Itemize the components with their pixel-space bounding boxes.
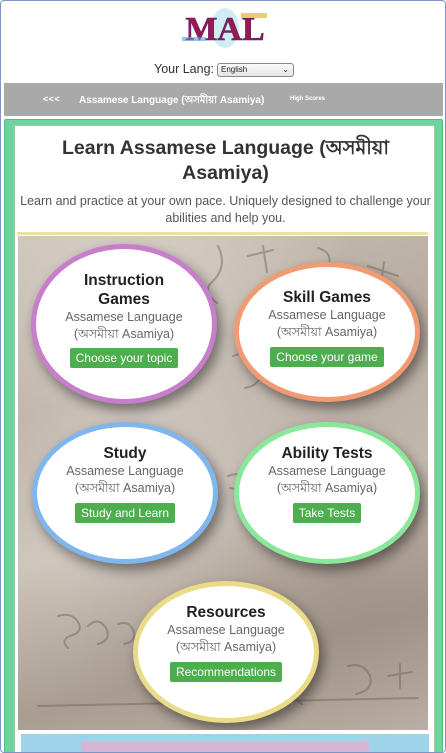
card-study[interactable]: Study Assamese Language (অসমীয়া Asamiya…: [32, 422, 218, 564]
card-instruction-games[interactable]: Instruction Games Assamese Language (অসম…: [31, 244, 217, 404]
chevron-down-icon: ⌄: [282, 65, 289, 74]
study-learn-button[interactable]: Study and Learn: [74, 503, 176, 523]
card-language-native: (অসমীয়া Asamiya): [276, 481, 378, 495]
card-title: Study: [103, 445, 147, 462]
card-title: Resources: [186, 604, 266, 621]
card-language: Assamese Language: [268, 464, 386, 478]
card-language-native: (অসমীয়া Asamiya): [74, 481, 176, 495]
language-select-value: English: [221, 65, 248, 74]
divider: [17, 232, 428, 235]
language-row: Your Lang: English ⌄: [1, 61, 445, 79]
card-language: Assamese Language: [65, 310, 183, 324]
card-language-native: (অসমীয়া Asamiya): [73, 327, 175, 341]
next-section-card: [81, 741, 369, 752]
card-title: Skill Games: [283, 289, 371, 306]
navbar: <<< Assamese Language (অসমীয়া Asamiya) …: [4, 83, 443, 116]
main-container: Learn Assamese Language (অসমীয়া Asamiya…: [4, 119, 443, 752]
background-photo: Instruction Games Assamese Language (অসম…: [18, 236, 428, 730]
page-subtitle: Learn and practice at your own pace. Uni…: [20, 194, 431, 225]
back-link[interactable]: <<<: [43, 94, 60, 104]
choose-game-button[interactable]: Choose your game: [270, 347, 384, 367]
card-title: Instruction Games: [83, 272, 165, 308]
card-title: Ability Tests: [281, 445, 373, 462]
high-scores-link[interactable]: High Scores: [290, 96, 325, 102]
card-resources[interactable]: Resources Assamese Language (অসমীয়া Asa…: [133, 581, 319, 723]
language-label: Your Lang:: [154, 62, 215, 76]
card-language: Assamese Language: [167, 623, 285, 637]
language-select[interactable]: English ⌄: [217, 63, 294, 77]
card-skill-games[interactable]: Skill Games Assamese Language (অসমীয়া A…: [234, 262, 420, 402]
card-language-native: (অসমীয়া Asamiya): [276, 325, 378, 339]
next-section-strip: [21, 734, 429, 752]
card-ability-tests[interactable]: Ability Tests Assamese Language (অসমীয়া…: [234, 422, 420, 564]
app-frame: MAL Your Lang: English ⌄ <<< Assamese La…: [0, 0, 446, 753]
card-language: Assamese Language: [268, 308, 386, 322]
take-tests-button[interactable]: Take Tests: [292, 503, 362, 523]
card-language-native: (অসমীয়া Asamiya): [175, 640, 277, 654]
mal-logo[interactable]: MAL: [179, 7, 271, 49]
recommendations-button[interactable]: Recommendations: [169, 662, 283, 682]
logo-graphic: MAL: [182, 8, 267, 48]
nav-title-link[interactable]: Assamese Language (অসমীয়া Asamiya): [79, 93, 264, 110]
content-panel: Learn Assamese Language (অসমীয়া Asamiya…: [14, 125, 435, 752]
header: MAL: [1, 1, 445, 55]
page-title: Learn Assamese Language (অসমীয়া Asamiya…: [61, 137, 390, 184]
card-language: Assamese Language: [66, 464, 184, 478]
choose-topic-button[interactable]: Choose your topic: [69, 348, 179, 368]
